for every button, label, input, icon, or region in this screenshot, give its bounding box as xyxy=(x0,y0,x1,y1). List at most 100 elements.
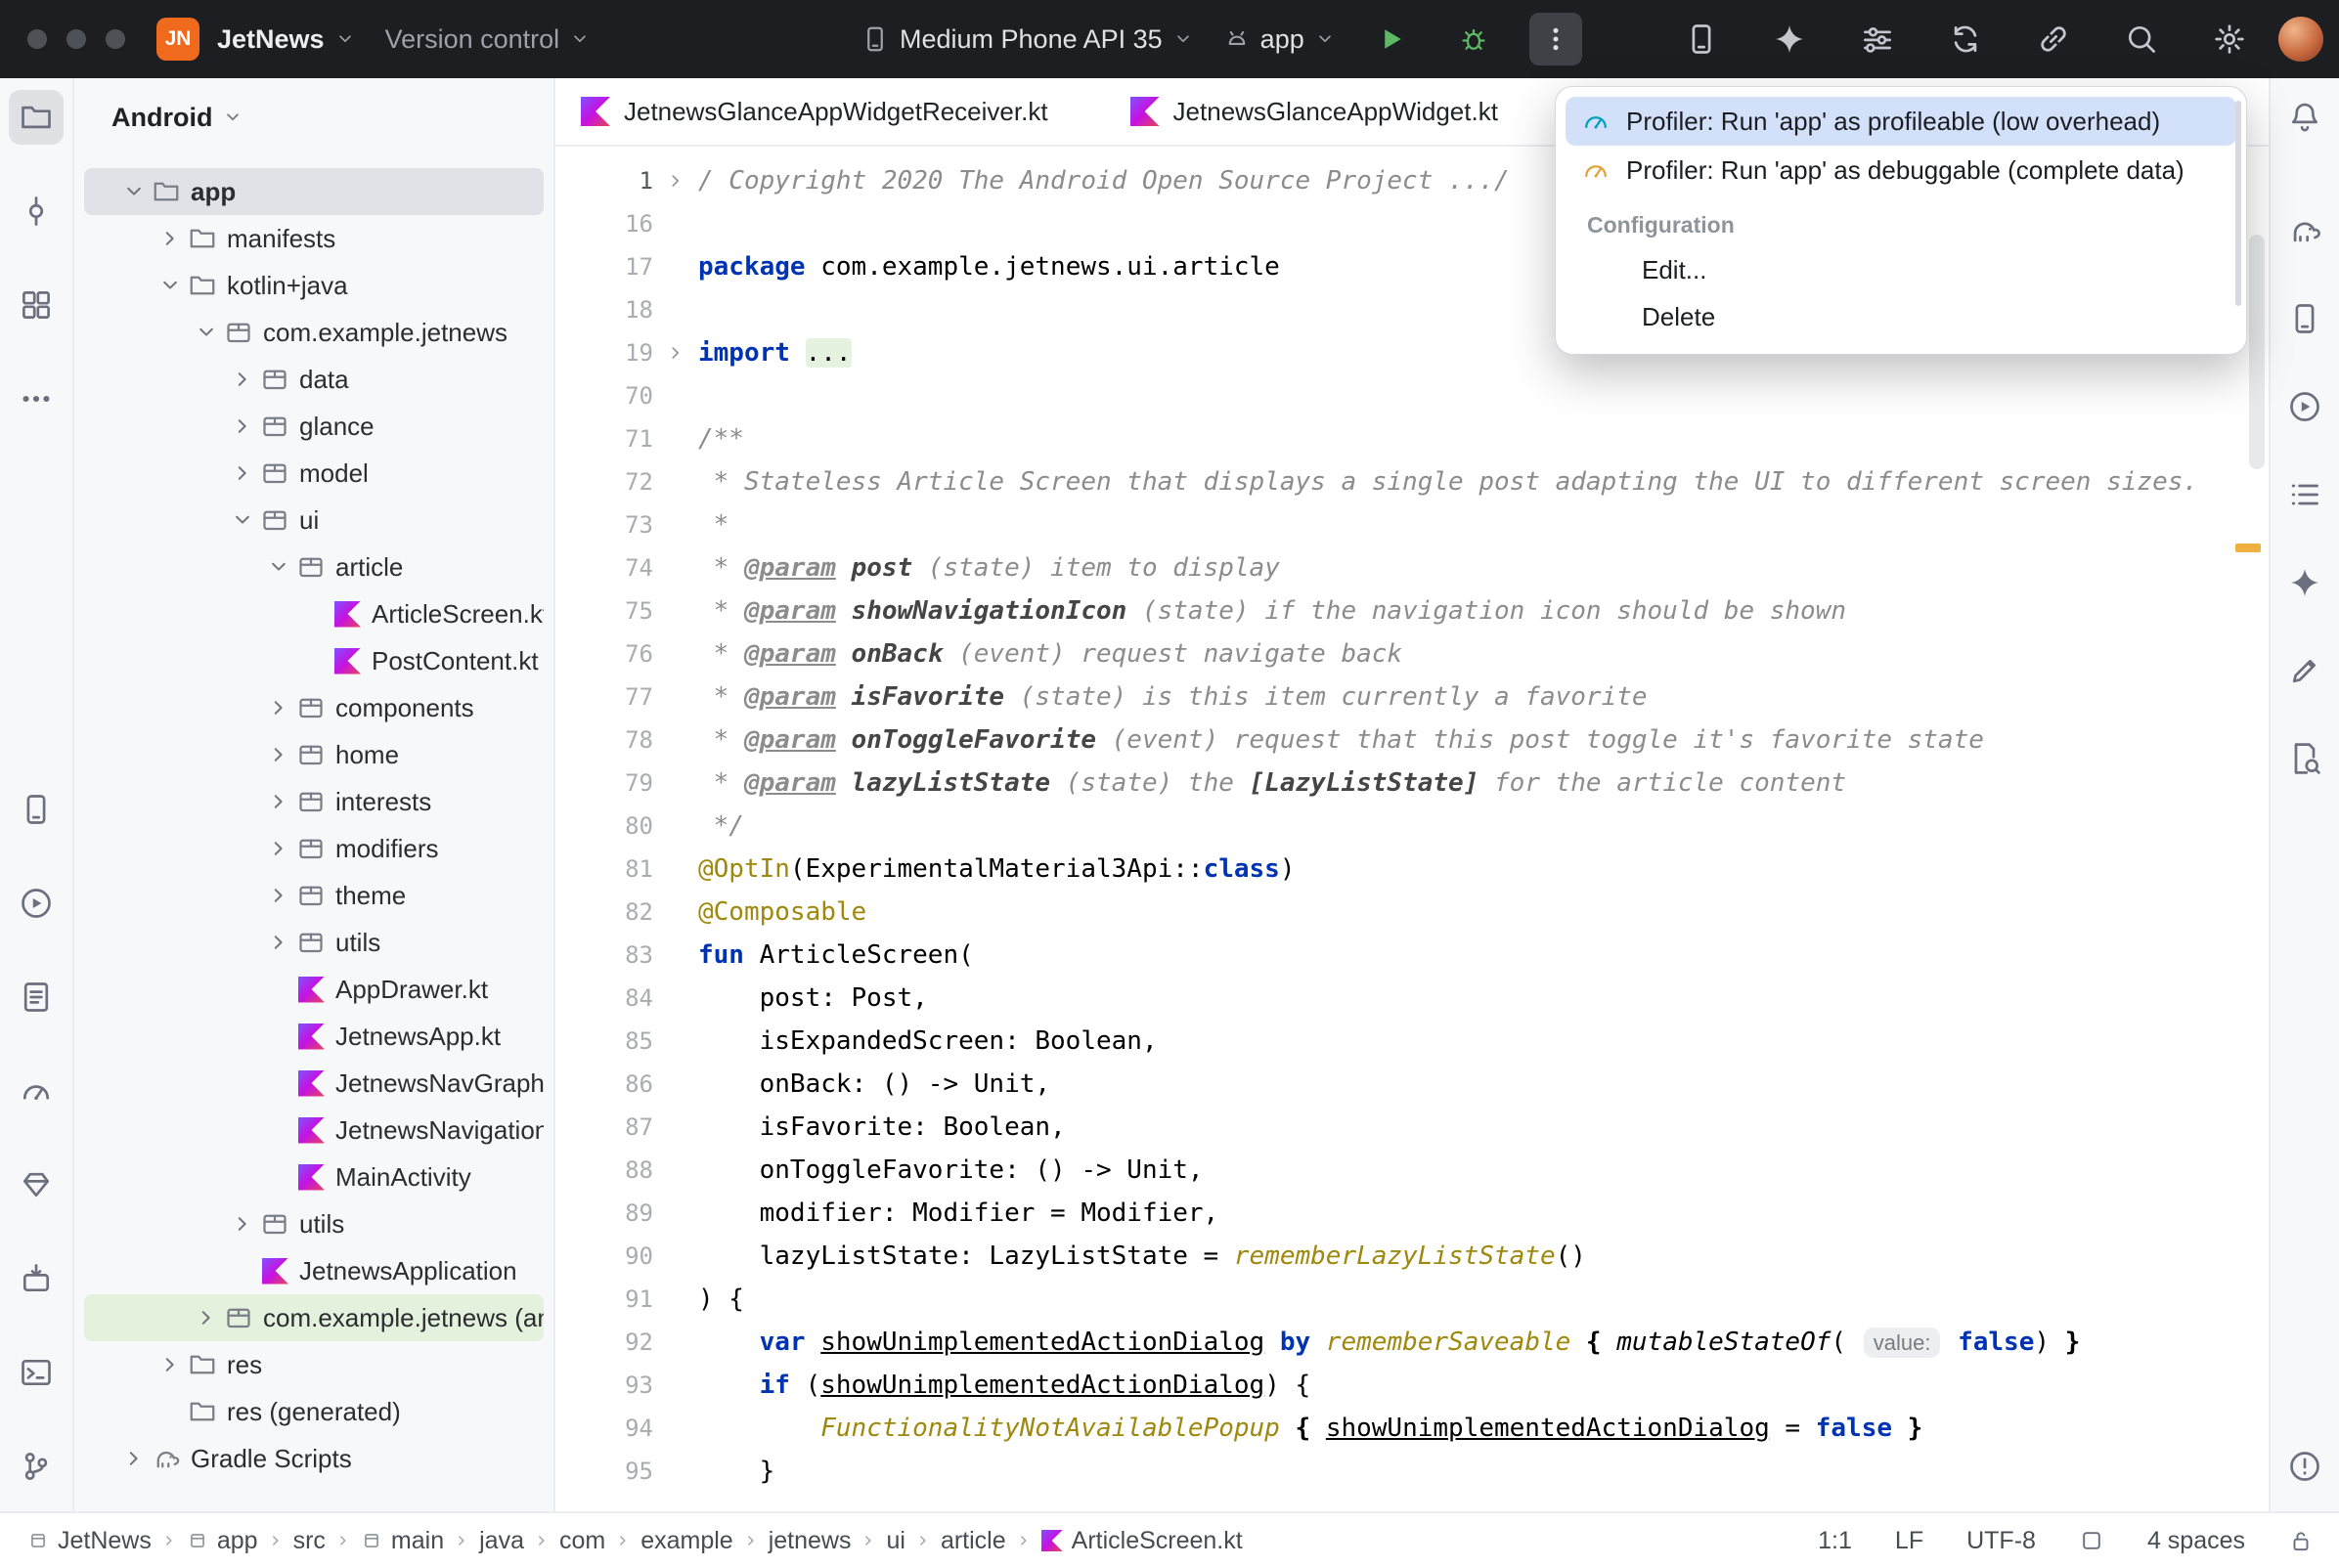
tree-item-utils[interactable]: utils xyxy=(84,1200,544,1247)
chevron-right-icon[interactable] xyxy=(260,695,296,720)
chevron-right-icon[interactable] xyxy=(260,930,296,955)
breadcrumb-com[interactable]: com xyxy=(559,1527,605,1555)
tree-item-jetnewsnavgraph[interactable]: JetnewsNavGraph. xyxy=(84,1060,544,1107)
editor-tab-jetnewsglanceappwidgetreceiver-kt[interactable]: JetnewsGlanceAppWidgetReceiver.kt xyxy=(581,97,1048,127)
fold-indicator[interactable] xyxy=(653,342,698,364)
app-quality-insights-button[interactable] xyxy=(2277,643,2332,698)
chevron-right-icon[interactable] xyxy=(260,836,296,861)
tree-item-kotlin-java[interactable]: kotlin+java xyxy=(84,262,544,309)
chevron-down-icon[interactable] xyxy=(152,273,188,298)
tree-item-components[interactable]: components xyxy=(84,684,544,731)
chevron-right-icon[interactable] xyxy=(224,1211,260,1237)
menu-item-delete[interactable]: Delete xyxy=(1566,293,2236,340)
chevron-right-icon[interactable] xyxy=(260,883,296,908)
gradle-button[interactable] xyxy=(2277,203,2332,258)
chevron-right-icon[interactable] xyxy=(152,226,188,251)
breadcrumb-src[interactable]: src xyxy=(293,1527,326,1555)
more-tool-windows-button[interactable] xyxy=(9,371,64,426)
tree-item-theme[interactable]: theme xyxy=(84,872,544,919)
tree-item-com-example-jetnews[interactable]: com.example.jetnews xyxy=(84,309,544,356)
chevron-down-icon[interactable] xyxy=(115,179,152,204)
breadcrumb-ui[interactable]: ui xyxy=(886,1527,905,1555)
zoom-window-button[interactable] xyxy=(106,29,125,49)
chevron-right-icon[interactable] xyxy=(224,460,260,486)
tree-item-res[interactable]: res xyxy=(84,1341,544,1388)
tree-item-ui[interactable]: ui xyxy=(84,497,544,544)
chevron-right-icon[interactable] xyxy=(260,789,296,814)
more-run-options-button[interactable] xyxy=(1529,13,1582,65)
user-avatar[interactable] xyxy=(2278,17,2323,62)
find-button[interactable] xyxy=(2277,731,2332,786)
settings-button[interactable] xyxy=(2208,18,2251,61)
profiler-button[interactable] xyxy=(9,1064,64,1118)
tree-item-appdrawer-kt[interactable]: AppDrawer.kt xyxy=(84,966,544,1013)
chevron-right-icon[interactable] xyxy=(115,1446,152,1471)
tree-item-gradle-scripts[interactable]: Gradle Scripts xyxy=(84,1435,544,1482)
tree-item-data[interactable]: data xyxy=(84,356,544,403)
editor-scrollbar[interactable] xyxy=(2249,235,2265,469)
tree-item-articlescreen-kt[interactable]: ArticleScreen.kt xyxy=(84,590,544,637)
tree-item-jetnewsnavigation[interactable]: JetnewsNavigation xyxy=(84,1107,544,1154)
project-view-selector[interactable]: Android xyxy=(74,92,553,143)
breadcrumb-java[interactable]: java xyxy=(479,1527,524,1555)
project-widget[interactable]: JetNews xyxy=(217,24,356,55)
tree-item-article[interactable]: article xyxy=(84,544,544,590)
device-manager-button[interactable] xyxy=(2277,291,2332,346)
chevron-right-icon[interactable] xyxy=(152,1352,188,1377)
run-button[interactable] xyxy=(1365,13,1418,65)
running-devices-button[interactable] xyxy=(9,876,64,931)
resource-manager-button[interactable] xyxy=(9,278,64,332)
chevron-right-icon[interactable] xyxy=(188,1305,224,1330)
file-encoding[interactable]: UTF-8 xyxy=(1966,1527,2036,1555)
menu-item-profiler-run-app-as-profileable-low-overhead[interactable]: Profiler: Run 'app' as profileable (low … xyxy=(1566,97,2236,146)
run-configurations-button[interactable] xyxy=(1856,18,1899,61)
fold-indicator[interactable] xyxy=(653,170,698,192)
search-button[interactable] xyxy=(2120,18,2163,61)
debug-button[interactable] xyxy=(1447,13,1500,65)
breadcrumb-example[interactable]: example xyxy=(640,1527,733,1555)
breadcrumb-articlescreen-kt[interactable]: ArticleScreen.kt xyxy=(1041,1527,1243,1555)
chevron-down-icon[interactable] xyxy=(260,554,296,580)
tree-item-home[interactable]: home xyxy=(84,731,544,778)
tree-item-jetnewsapp-kt[interactable]: JetnewsApp.kt xyxy=(84,1013,544,1060)
chevron-down-icon[interactable] xyxy=(188,320,224,345)
breadcrumb-main[interactable]: main xyxy=(361,1527,444,1555)
structure-button[interactable] xyxy=(2277,467,2332,522)
chevron-right-icon[interactable] xyxy=(224,414,260,439)
sync-button[interactable] xyxy=(1944,18,1987,61)
share-link-button[interactable] xyxy=(2032,18,2075,61)
tree-item-app[interactable]: app xyxy=(84,168,544,215)
problems-button[interactable] xyxy=(2277,1439,2332,1494)
device-explorer-button[interactable] xyxy=(9,1251,64,1306)
device-selector[interactable]: Medium Phone API 35 xyxy=(861,24,1194,55)
notifications-button[interactable] xyxy=(2277,90,2332,145)
minimize-window-button[interactable] xyxy=(66,29,86,49)
editor-tab-jetnewsglanceappwidget-kt[interactable]: JetnewsGlanceAppWidget.kt xyxy=(1130,97,1498,127)
tree-item-manifests[interactable]: manifests xyxy=(84,215,544,262)
terminal-button[interactable] xyxy=(9,1345,64,1400)
gemini-button[interactable] xyxy=(2277,555,2332,610)
breadcrumb-app[interactable]: app xyxy=(187,1527,258,1555)
tree-item-jetnewsapplication[interactable]: JetnewsApplication xyxy=(84,1247,544,1294)
menu-item-edit[interactable]: Edit... xyxy=(1566,246,2236,293)
breadcrumb-article[interactable]: article xyxy=(941,1527,1006,1555)
breadcrumb-jetnews[interactable]: jetnews xyxy=(769,1527,852,1555)
lock-icon[interactable] xyxy=(2288,1528,2314,1553)
tree-item-postcontent-kt[interactable]: PostContent.kt xyxy=(84,637,544,684)
chevron-right-icon[interactable] xyxy=(260,742,296,767)
close-window-button[interactable] xyxy=(27,29,47,49)
breadcrumb-jetnews[interactable]: JetNews xyxy=(27,1527,152,1555)
indent-setting[interactable]: 4 spaces xyxy=(2147,1527,2245,1555)
version-control-button[interactable] xyxy=(9,1439,64,1494)
device-mirroring-button[interactable] xyxy=(1680,18,1723,61)
chevron-down-icon[interactable] xyxy=(224,507,260,533)
chevron-right-icon[interactable] xyxy=(224,367,260,392)
tree-item-modifiers[interactable]: modifiers xyxy=(84,825,544,872)
tree-item-interests[interactable]: interests xyxy=(84,778,544,825)
run-configuration-selector[interactable]: app xyxy=(1223,24,1336,55)
version-control-widget[interactable]: Version control xyxy=(385,24,592,55)
device-manager-button[interactable] xyxy=(9,782,64,837)
logcat-button[interactable] xyxy=(9,970,64,1024)
tree-item-res-generated[interactable]: res (generated) xyxy=(84,1388,544,1435)
tree-item-glance[interactable]: glance xyxy=(84,403,544,450)
